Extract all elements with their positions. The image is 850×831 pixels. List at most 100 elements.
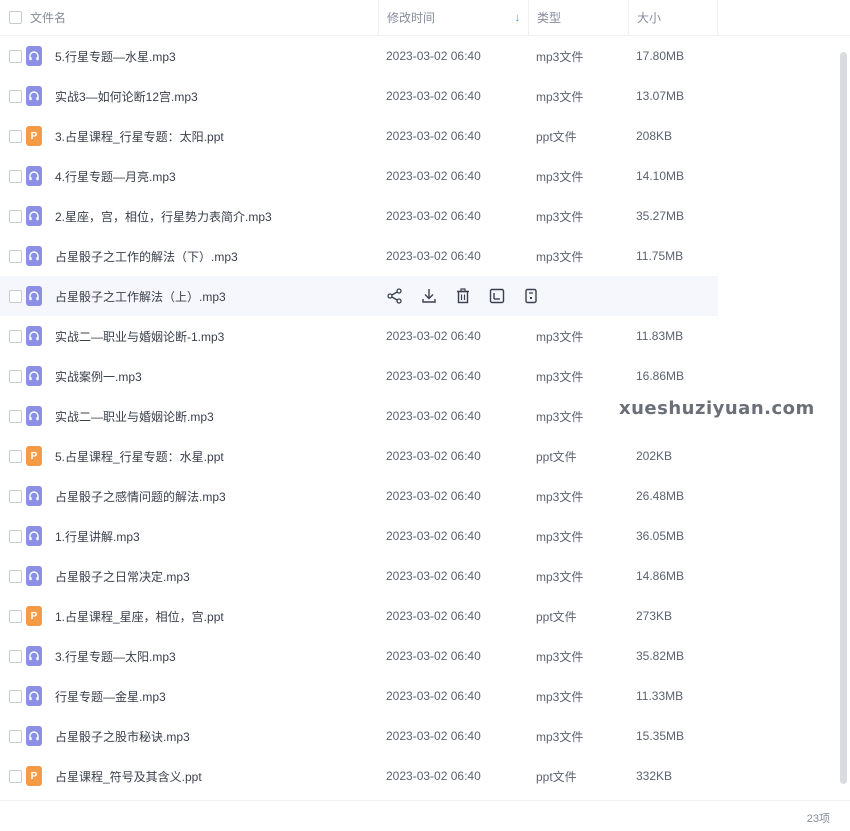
watermark-text: xueshuziyuan.com xyxy=(619,398,815,419)
file-row[interactable]: 实战二—职业与婚姻论断-1.mp3 2023-03-02 06:40 mp3文件 11… xyxy=(0,316,718,356)
file-type: mp3文件 xyxy=(536,89,584,104)
file-size: 11.33MB xyxy=(636,689,684,703)
row-checkbox[interactable] xyxy=(8,569,22,583)
file-modified-time: 2023-03-02 06:40 xyxy=(386,169,481,183)
row-checkbox-cell xyxy=(0,449,26,463)
file-name-cell: 占星骰子之感情问题的解法.mp3 xyxy=(26,486,378,506)
file-name-link[interactable]: 占星骰子之工作解法（上）.mp3 xyxy=(55,288,226,305)
file-name-cell: 占星骰子之日常决定.mp3 xyxy=(26,566,378,586)
file-row[interactable]: 占星骰子之工作解法（上）.mp3 xyxy=(0,276,718,316)
row-checkbox[interactable] xyxy=(8,649,22,663)
file-name-cell: P 5.占星课程_行星专题：水星.ppt xyxy=(26,446,378,466)
file-name-link[interactable]: 1.占星课程_星座，相位，宫.ppt xyxy=(55,608,224,625)
file-row[interactable]: 行星专题—金星.mp3 2023-03-02 06:40 mp3文件 11.33MB xyxy=(0,676,718,716)
file-row[interactable]: P 占星课程_符号及其含义.ppt 2023-03-02 06:40 ppt文件 332… xyxy=(0,756,718,796)
file-name-link[interactable]: 1.行星讲解.mp3 xyxy=(55,528,140,545)
row-checkbox[interactable] xyxy=(8,529,22,543)
audio-file-icon xyxy=(26,526,42,546)
file-name-link[interactable]: 4.行星专题—月亮.mp3 xyxy=(55,168,176,185)
row-checkbox[interactable] xyxy=(8,129,22,143)
file-name-link[interactable]: 5.行星专题—水星.mp3 xyxy=(55,48,176,65)
file-size: 202KB xyxy=(636,449,673,463)
more-icon[interactable] xyxy=(522,287,540,305)
row-checkbox[interactable] xyxy=(8,729,22,743)
row-checkbox[interactable] xyxy=(8,689,22,703)
file-name-cell: 1.行星讲解.mp3 xyxy=(26,526,378,546)
file-type: mp3文件 xyxy=(536,569,584,584)
row-checkbox[interactable] xyxy=(8,769,22,783)
file-type: ppt文件 xyxy=(536,129,577,144)
row-checkbox-cell xyxy=(0,489,26,503)
file-modified-time: 2023-03-02 06:40 xyxy=(386,769,481,783)
file-size: 11.75MB xyxy=(636,249,684,263)
column-header-time[interactable]: 修改时间 ↓ xyxy=(378,0,528,36)
file-modified-time: 2023-03-02 06:40 xyxy=(386,49,481,63)
file-row[interactable]: 实战案例一.mp3 2023-03-02 06:40 mp3文件 16.86MB xyxy=(0,356,718,396)
row-checkbox[interactable] xyxy=(8,449,22,463)
file-name-cell: 2.星座，宫，相位，行星势力表简介.mp3 xyxy=(26,206,378,226)
row-checkbox[interactable] xyxy=(8,369,22,383)
file-name-cell: 实战二—职业与婚姻论断-1.mp3 xyxy=(26,326,378,346)
row-checkbox[interactable] xyxy=(8,409,22,423)
file-row[interactable]: 5.行星专题—水星.mp3 2023-03-02 06:40 mp3文件 17.80M… xyxy=(0,36,718,76)
file-row[interactable]: 占星骰子之日常决定.mp3 2023-03-02 06:40 mp3文件 14.86M… xyxy=(0,556,718,596)
row-checkbox[interactable] xyxy=(8,209,22,223)
file-name-link[interactable]: 2.星座，宫，相位，行星势力表简介.mp3 xyxy=(55,208,272,225)
column-header-size[interactable]: 大小 xyxy=(628,0,718,36)
file-name-cell: 实战案例一.mp3 xyxy=(26,366,378,386)
delete-icon[interactable] xyxy=(454,287,472,305)
row-checkbox-cell xyxy=(0,609,26,623)
row-checkbox[interactable] xyxy=(8,329,22,343)
row-checkbox-cell xyxy=(0,89,26,103)
file-row[interactable]: 实战二—职业与婚姻论断.mp3 2023-03-02 06:40 mp3文件 xyxy=(0,396,718,436)
file-type: ppt文件 xyxy=(536,769,577,784)
file-row[interactable]: 占星骰子之感情问题的解法.mp3 2023-03-02 06:40 mp3文件 26.… xyxy=(0,476,718,516)
file-row[interactable]: P 3.占星课程_行星专题：太阳.ppt 2023-03-02 06:40 ppt文件… xyxy=(0,116,718,156)
file-row[interactable]: 1.行星讲解.mp3 2023-03-02 06:40 mp3文件 36.05MB xyxy=(0,516,718,556)
sort-down-icon[interactable]: ↓ xyxy=(515,12,521,24)
row-checkbox[interactable] xyxy=(8,169,22,183)
file-row[interactable]: 4.行星专题—月亮.mp3 2023-03-02 06:40 mp3文件 14.10M… xyxy=(0,156,718,196)
file-name-link[interactable]: 占星骰子之感情问题的解法.mp3 xyxy=(55,488,226,505)
file-name-link[interactable]: 3.占星课程_行星专题：太阳.ppt xyxy=(55,128,224,145)
file-name-link[interactable]: 行星专题—金星.mp3 xyxy=(55,688,166,705)
file-type: mp3文件 xyxy=(536,409,584,424)
rename-icon[interactable] xyxy=(488,287,506,305)
row-checkbox[interactable] xyxy=(8,49,22,63)
file-name-link[interactable]: 占星骰子之工作的解法（下）.mp3 xyxy=(55,248,238,265)
file-name-link[interactable]: 实战二—职业与婚姻论断.mp3 xyxy=(55,408,214,425)
audio-file-icon xyxy=(26,286,42,306)
column-header-type[interactable]: 类型 xyxy=(528,0,628,36)
column-header-size-label: 大小 xyxy=(637,11,662,25)
file-row[interactable]: 3.行星专题—太阳.mp3 2023-03-02 06:40 mp3文件 35.82M… xyxy=(0,636,718,676)
audio-file-icon xyxy=(26,206,42,226)
file-row[interactable]: P 5.占星课程_行星专题：水星.ppt 2023-03-02 06:40 ppt文件… xyxy=(0,436,718,476)
file-name-link[interactable]: 3.行星专题—太阳.mp3 xyxy=(55,648,176,665)
file-modified-time: 2023-03-02 06:40 xyxy=(386,209,481,223)
audio-file-icon xyxy=(26,486,42,506)
column-header-name[interactable]: 文件名 xyxy=(26,0,378,36)
row-checkbox-cell xyxy=(0,49,26,63)
file-name-link[interactable]: 实战案例一.mp3 xyxy=(55,368,142,385)
row-actions xyxy=(378,287,540,305)
row-checkbox[interactable] xyxy=(8,489,22,503)
file-name-link[interactable]: 实战二—职业与婚姻论断-1.mp3 xyxy=(55,328,224,345)
file-row[interactable]: 占星骰子之工作的解法（下）.mp3 2023-03-02 06:40 mp3文件 11… xyxy=(0,236,718,276)
vertical-scrollbar[interactable] xyxy=(840,52,847,784)
file-row[interactable]: 2.星座，宫，相位，行星势力表简介.mp3 2023-03-02 06:40 mp3… xyxy=(0,196,718,236)
select-all-checkbox[interactable] xyxy=(8,11,22,24)
file-row[interactable]: 占星骰子之股市秘诀.mp3 2023-03-02 06:40 mp3文件 15.35M… xyxy=(0,716,718,756)
file-name-link[interactable]: 5.占星课程_行星专题：水星.ppt xyxy=(55,448,224,465)
row-checkbox[interactable] xyxy=(8,89,22,103)
file-name-link[interactable]: 占星骰子之日常决定.mp3 xyxy=(55,568,190,585)
file-name-link[interactable]: 实战3—如何论断12宫.mp3 xyxy=(55,88,198,105)
download-icon[interactable] xyxy=(420,287,438,305)
file-name-link[interactable]: 占星骰子之股市秘诀.mp3 xyxy=(55,728,190,745)
file-row[interactable]: 实战3—如何论断12宫.mp3 2023-03-02 06:40 mp3文件 13.0… xyxy=(0,76,718,116)
row-checkbox[interactable] xyxy=(8,609,22,623)
row-checkbox[interactable] xyxy=(8,289,22,303)
share-icon[interactable] xyxy=(386,287,404,305)
file-row[interactable]: P 1.占星课程_星座，相位，宫.ppt 2023-03-02 06:40 ppt文件… xyxy=(0,596,718,636)
row-checkbox[interactable] xyxy=(8,249,22,263)
file-name-link[interactable]: 占星课程_符号及其含义.ppt xyxy=(55,768,202,785)
